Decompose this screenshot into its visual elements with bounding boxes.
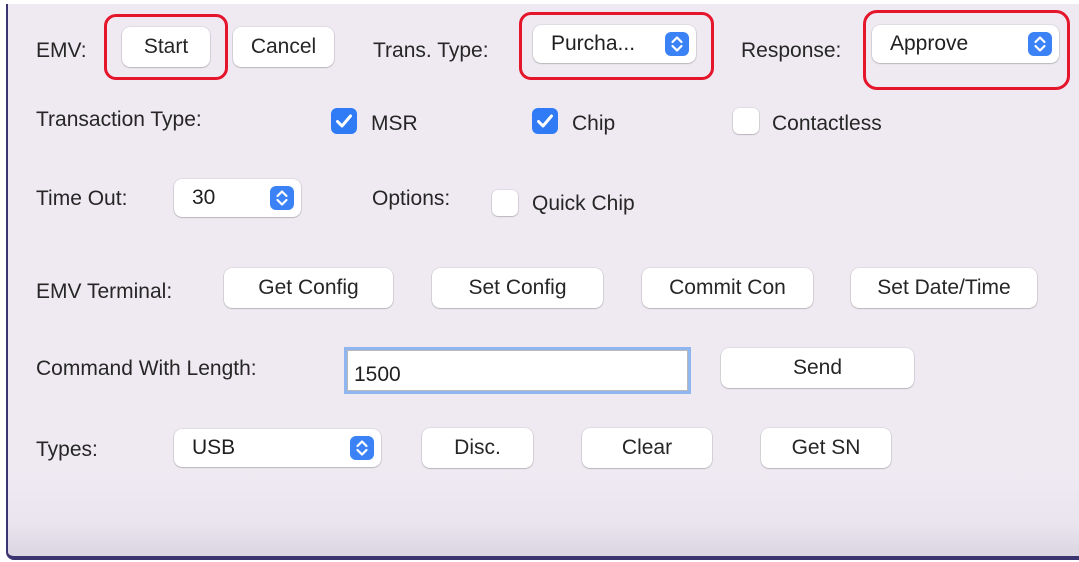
get-config-button[interactable]: Get Config <box>224 268 393 308</box>
send-button[interactable]: Send <box>721 348 914 388</box>
types-label: Types: <box>36 438 98 461</box>
set-date-time-button[interactable]: Set Date/Time <box>851 268 1037 308</box>
chip-label: Chip <box>572 112 616 135</box>
trans-type-label: Trans. Type: <box>373 39 489 62</box>
command-length-label: Command With Length: <box>36 357 257 380</box>
chip-checkbox[interactable] <box>532 108 558 134</box>
checkmark-icon <box>336 114 352 128</box>
get-sn-button[interactable]: Get SN <box>761 428 891 468</box>
set-config-button[interactable]: Set Config <box>432 268 603 308</box>
trans-type-value: Purcha... <box>551 32 636 55</box>
time-out-label: Time Out: <box>36 187 128 210</box>
types-select[interactable]: USB <box>174 429 381 467</box>
time-out-select[interactable]: 30 <box>174 179 301 217</box>
msr-label: MSR <box>371 112 418 135</box>
clear-button[interactable]: Clear <box>582 428 712 468</box>
disconnect-button[interactable]: Disc. <box>422 428 533 468</box>
chevron-up-down-icon <box>270 186 294 210</box>
cancel-button[interactable]: Cancel <box>233 27 334 67</box>
chevron-up-down-icon <box>665 32 689 56</box>
command-length-input[interactable]: 1500 <box>344 347 691 394</box>
checkmark-icon <box>537 114 553 128</box>
options-label: Options: <box>372 187 451 210</box>
trans-type-select[interactable]: Purcha... <box>533 25 696 63</box>
msr-checkbox[interactable] <box>331 108 357 134</box>
chevron-up-down-icon <box>350 436 374 460</box>
quick-chip-label: Quick Chip <box>532 192 635 215</box>
response-value: Approve <box>890 32 969 55</box>
quick-chip-checkbox[interactable] <box>492 190 518 216</box>
types-value: USB <box>192 436 236 459</box>
command-length-value: 1500 <box>354 363 401 386</box>
response-select[interactable]: Approve <box>872 25 1059 63</box>
response-label: Response: <box>741 39 842 62</box>
chevron-up-down-icon <box>1028 32 1052 56</box>
time-out-value: 30 <box>192 186 216 209</box>
emv-label: EMV: <box>36 39 87 62</box>
contactless-checkbox[interactable] <box>733 108 759 134</box>
contactless-label: Contactless <box>772 112 882 135</box>
commit-config-button[interactable]: Commit Con <box>642 268 813 308</box>
start-button[interactable]: Start <box>122 27 210 67</box>
transaction-settings-panel: EMV: Start Cancel Trans. Type: Purcha...… <box>6 4 1079 560</box>
emv-terminal-label: EMV Terminal: <box>36 280 173 303</box>
transaction-type-label: Transaction Type: <box>36 108 202 131</box>
